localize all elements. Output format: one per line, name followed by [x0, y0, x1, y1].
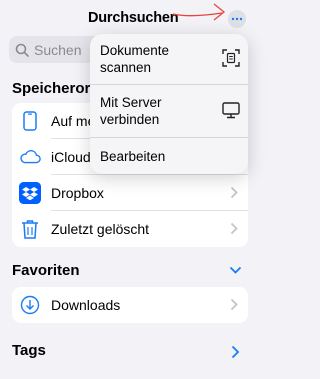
list-item-downloads[interactable]: Downloads [12, 287, 248, 323]
dropbox-icon [19, 182, 41, 204]
ellipsis-icon [231, 17, 243, 21]
search-icon [15, 43, 29, 57]
download-circle-icon [19, 294, 41, 316]
menu-item-connect-server[interactable]: Mit Server verbinden [90, 85, 248, 137]
menu-item-scan-documents[interactable]: Dokumente scannen [90, 34, 248, 84]
list-item-label: Zuletzt gelöscht [51, 221, 150, 237]
chevron-down-icon[interactable] [229, 266, 242, 275]
monitor-icon [222, 102, 240, 119]
annotation-arrow [172, 3, 226, 21]
iphone-icon [19, 110, 41, 132]
menu-item-label: Mit Server verbinden [100, 95, 162, 127]
menu-item-label: Bearbeiten [100, 149, 166, 164]
menu-item-label: Dokumente scannen [100, 43, 170, 75]
document-scan-icon [222, 49, 240, 67]
list-item-dropbox[interactable]: Dropbox [12, 175, 248, 211]
list-item-label: Dropbox [51, 185, 104, 201]
chevron-right-icon [230, 298, 238, 311]
chevron-right-icon [230, 186, 238, 199]
icloud-icon [19, 146, 41, 168]
section-title-tags: Tags [12, 342, 46, 359]
context-menu: Dokumente scannen Mit Server verbinden B… [90, 34, 248, 174]
menu-item-edit[interactable]: Bearbeiten [90, 138, 248, 174]
favorites-list: Downloads [12, 287, 248, 323]
chevron-right-icon[interactable] [231, 345, 240, 359]
trash-icon [19, 218, 41, 240]
chevron-right-icon [230, 222, 238, 235]
more-options-button[interactable] [228, 10, 246, 28]
page-title: Durchsuchen [88, 10, 179, 26]
list-item-label: Downloads [51, 297, 121, 313]
search-placeholder: Suchen [34, 41, 82, 58]
list-item-recently-deleted[interactable]: Zuletzt gelöscht [12, 211, 248, 247]
section-title-favorites: Favoriten [12, 262, 80, 279]
